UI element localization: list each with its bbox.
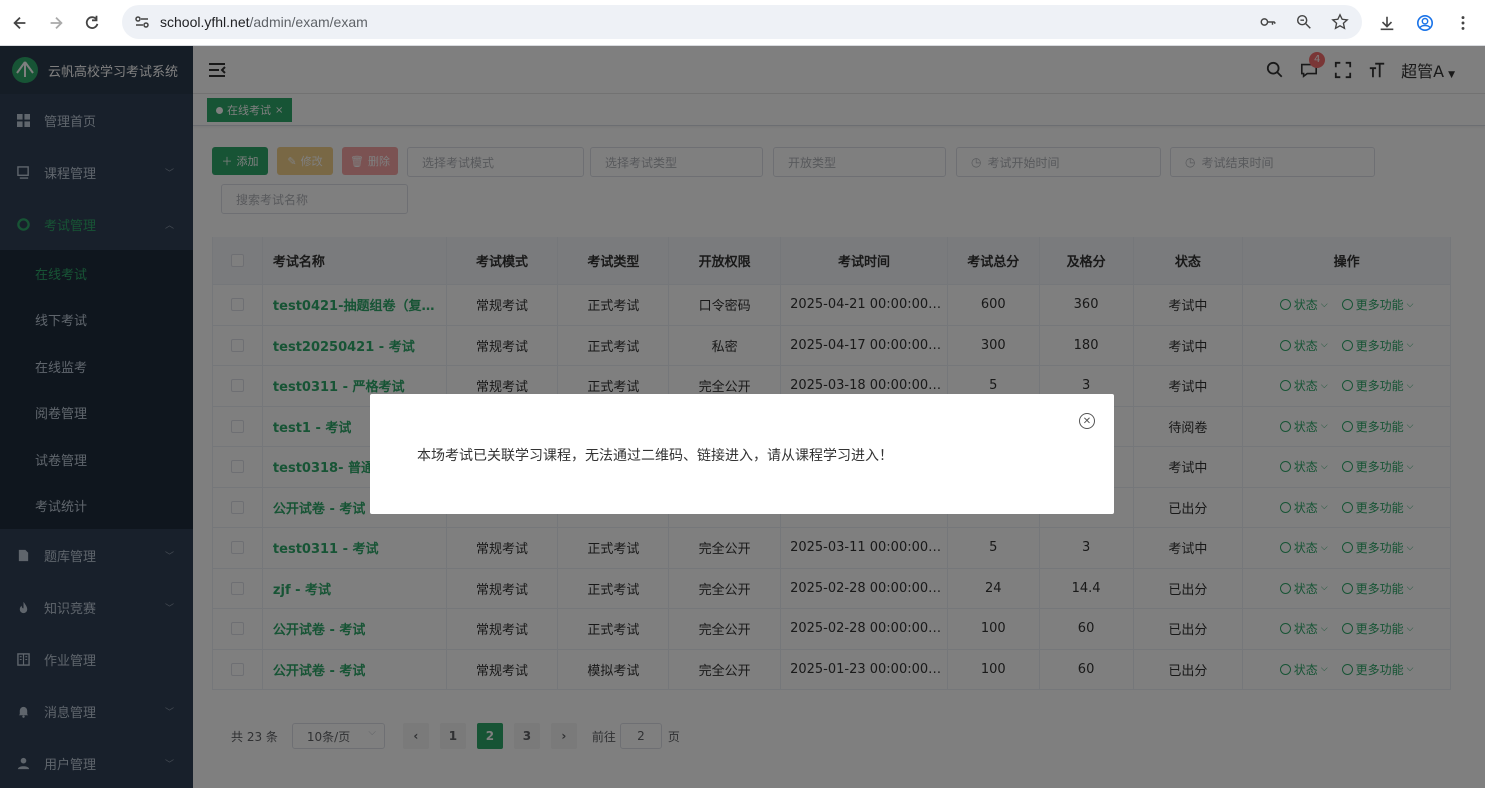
dialog-message: 本场考试已关联学习课程，无法通过二维码、链接进入，请从课程学习进入！ xyxy=(417,448,893,464)
zoom-icon[interactable] xyxy=(1294,12,1314,32)
site-info-icon[interactable] xyxy=(134,14,150,30)
kebab-menu-icon[interactable] xyxy=(1453,13,1473,33)
address-bar[interactable]: school.yfhl.net/admin/exam/exam xyxy=(122,5,1362,39)
reload-icon[interactable] xyxy=(74,5,110,41)
url-text: school.yfhl.net/admin/exam/exam xyxy=(160,14,368,30)
key-icon[interactable] xyxy=(1258,12,1278,32)
profile-icon[interactable] xyxy=(1415,13,1435,33)
download-icon[interactable] xyxy=(1377,13,1397,33)
close-icon[interactable]: ✕ xyxy=(1079,413,1095,429)
bookmark-star-icon[interactable] xyxy=(1330,12,1350,32)
browser-toolbar: school.yfhl.net/admin/exam/exam xyxy=(0,0,1485,46)
forward-icon[interactable] xyxy=(38,5,74,41)
back-icon[interactable] xyxy=(2,5,38,41)
alert-dialog: ✕ 本场考试已关联学习课程，无法通过二维码、链接进入，请从课程学习进入！ xyxy=(370,394,1114,514)
